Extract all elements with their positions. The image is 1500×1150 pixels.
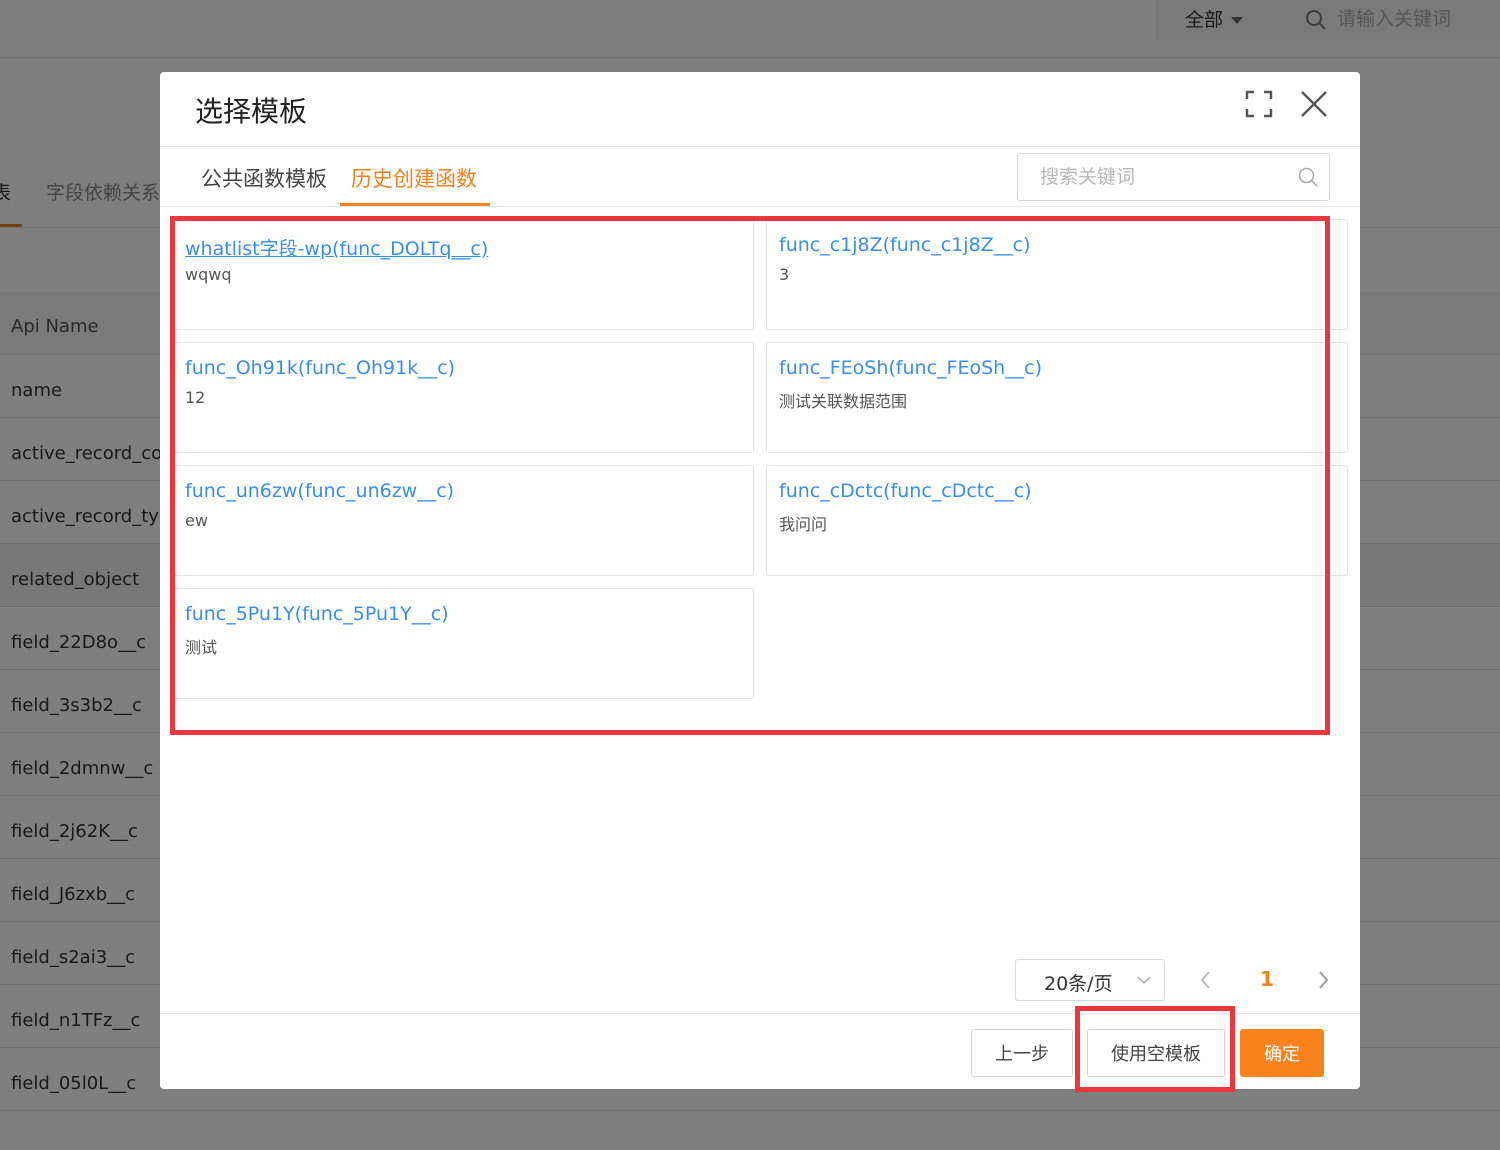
search-input[interactable] (1040, 164, 1280, 190)
template-card-desc: 3 (779, 265, 790, 284)
template-card[interactable]: func_cDctc(func_cDctc__c) 我问问 (766, 465, 1348, 576)
search-icon[interactable] (1297, 166, 1319, 188)
template-card[interactable]: func_FEoSh(func_FEoSh__c) 测试关联数据范围 (766, 342, 1348, 453)
chevron-down-icon (1137, 976, 1151, 985)
chevron-right-icon[interactable] (1315, 969, 1331, 991)
close-icon[interactable] (1300, 90, 1330, 120)
template-card-desc: 测试 (185, 638, 218, 657)
template-card-title[interactable]: func_un6zw(func_un6zw__c) (185, 480, 454, 502)
tab-public-templates[interactable]: 公共函数模板 (201, 163, 327, 193)
template-card-desc: 测试关联数据范围 (779, 392, 908, 411)
template-card-title[interactable]: func_c1j8Z(func_c1j8Z__c) (779, 234, 1031, 256)
template-card-desc: wqwq (185, 265, 232, 284)
select-template-dialog: 选择模板 公共函数模板 历史创建函数 whatlist字段-wp(func_DO… (160, 72, 1360, 1092)
template-card[interactable]: func_c1j8Z(func_c1j8Z__c) 3 (766, 219, 1348, 330)
template-card[interactable]: func_Oh91k(func_Oh91k__c) 12 (172, 342, 754, 453)
template-card[interactable]: whatlist字段-wp(func_DOLTq__c) wqwq (172, 219, 754, 330)
chevron-left-icon[interactable] (1198, 969, 1214, 991)
template-card-title[interactable]: func_cDctc(func_cDctc__c) (779, 480, 1032, 502)
use-empty-template-button[interactable]: 使用空模板 (1087, 1029, 1225, 1077)
page-size-select[interactable]: 20条/页 (1015, 959, 1165, 1001)
template-card-desc: 12 (185, 388, 206, 407)
current-page[interactable]: 1 (1260, 967, 1274, 991)
template-card-desc: ew (185, 511, 208, 530)
tab-history-functions[interactable]: 历史创建函数 (351, 163, 477, 193)
template-card[interactable]: func_5Pu1Y(func_5Pu1Y__c) 测试 (172, 588, 754, 699)
confirm-button[interactable]: 确定 (1240, 1029, 1324, 1077)
fullscreen-icon[interactable] (1245, 90, 1275, 120)
search-box (1017, 153, 1330, 201)
page-size-label: 20条/页 (1044, 973, 1113, 995)
active-tab-underline (340, 203, 490, 206)
template-card[interactable]: func_un6zw(func_un6zw__c) ew (172, 465, 754, 576)
dialog-title: 选择模板 (195, 95, 308, 128)
template-card-title[interactable]: func_Oh91k(func_Oh91k__c) (185, 357, 455, 379)
footer-divider (160, 1013, 1360, 1014)
template-card-title[interactable]: whatlist字段-wp(func_DOLTq__c) (185, 234, 488, 261)
template-card-desc: 我问问 (779, 515, 828, 534)
template-card-title[interactable]: func_5Pu1Y(func_5Pu1Y__c) (185, 603, 449, 625)
previous-step-button[interactable]: 上一步 (971, 1029, 1073, 1077)
template-card-title[interactable]: func_FEoSh(func_FEoSh__c) (779, 357, 1042, 379)
